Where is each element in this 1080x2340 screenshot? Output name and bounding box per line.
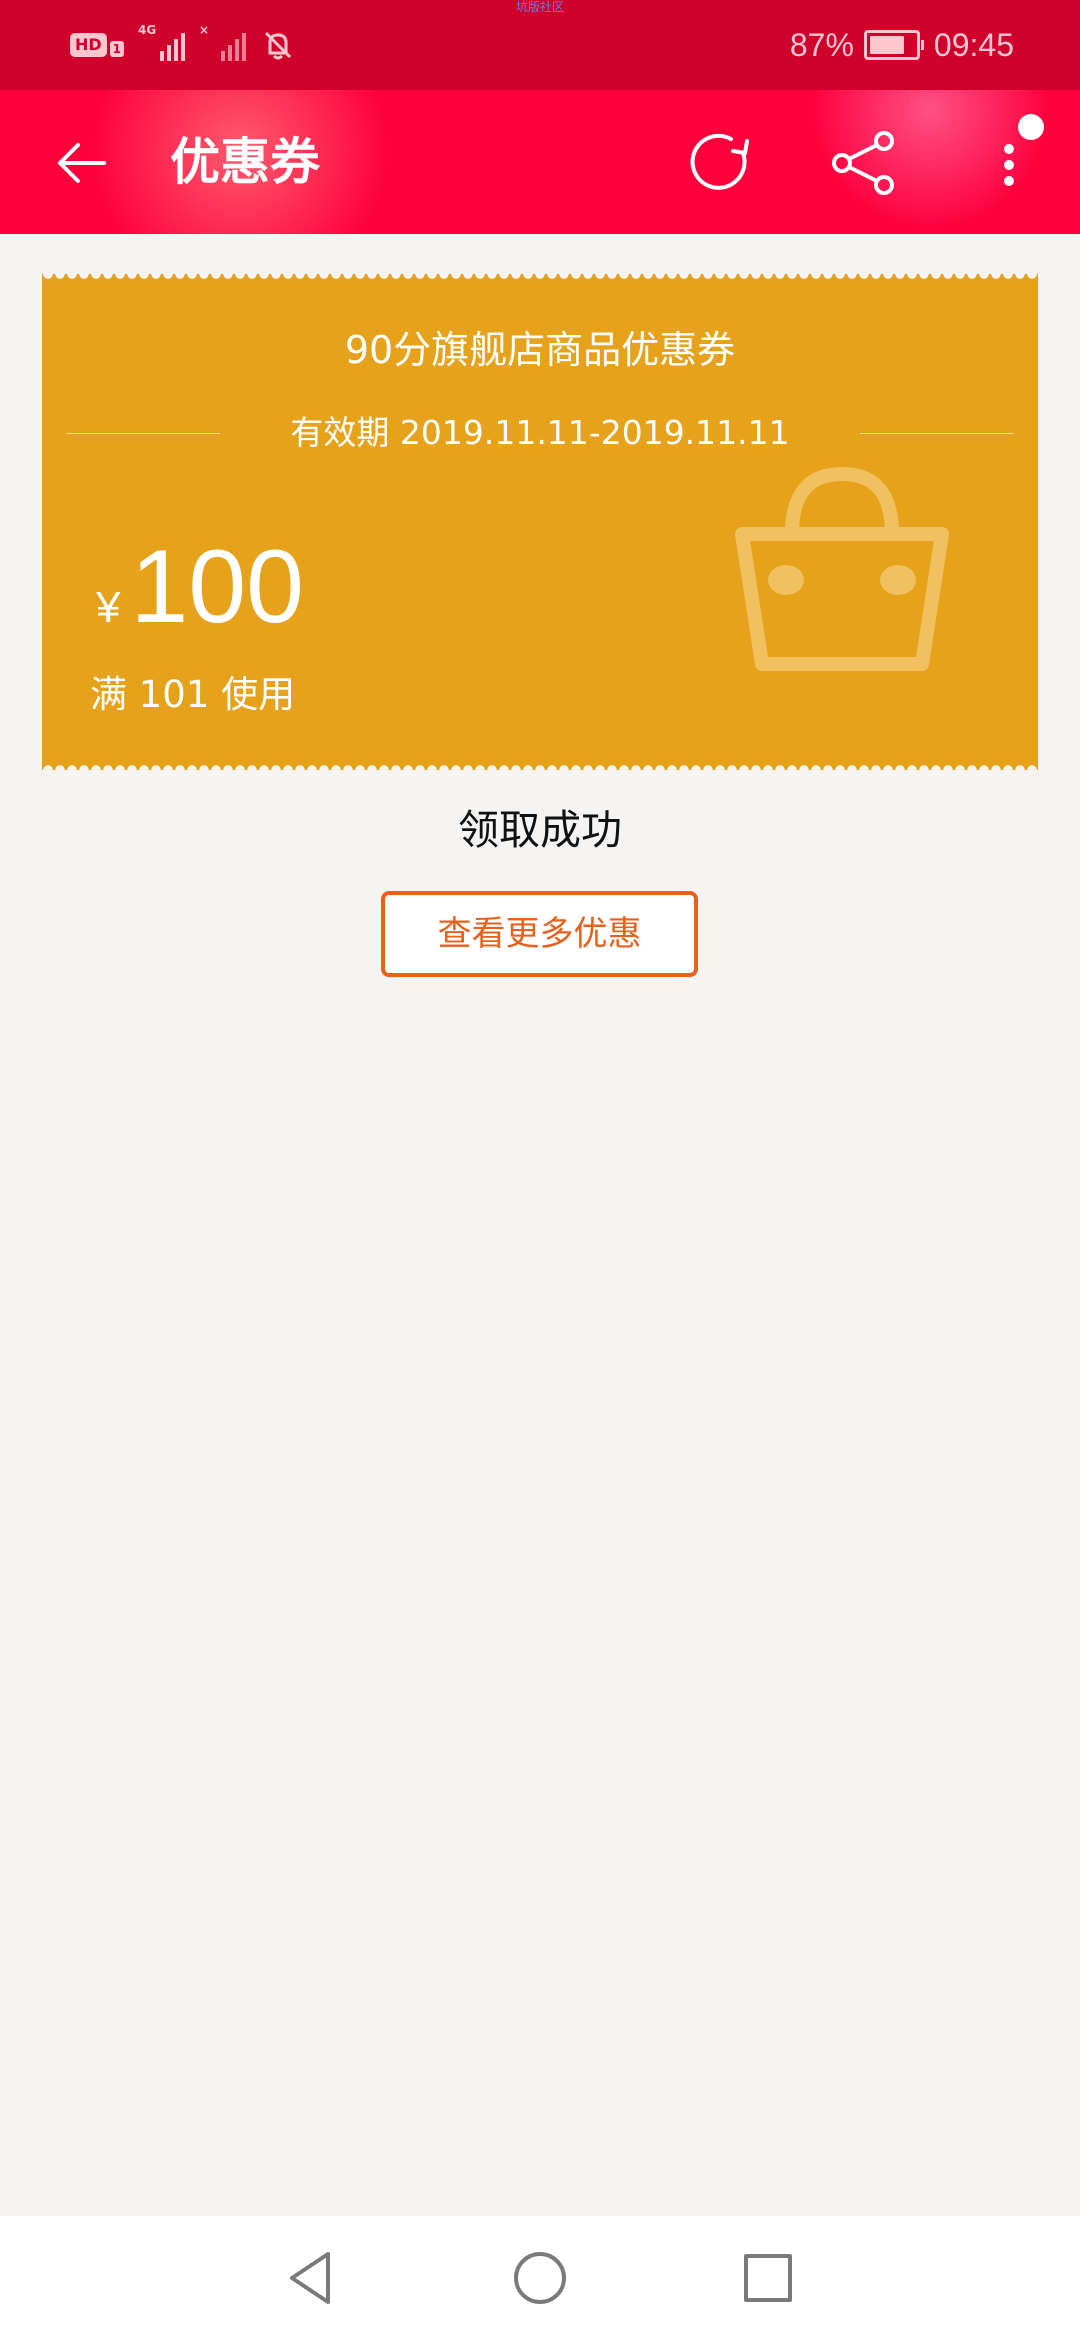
square-recents-icon [744,2254,792,2302]
battery-icon [863,30,924,60]
hd-label: HD [70,33,107,57]
divider-left [66,432,221,434]
signal-no-sim-icon: × [199,23,247,61]
arrow-left-icon [58,143,106,183]
hd-voice-icon: HD 1 [70,33,125,57]
coupon-validity: 有效期 2019.11.11-2019.11.11 [290,413,790,452]
circle-home-icon [514,2252,566,2304]
coupon-title: 90分旗舰店商品优惠券 [344,328,736,372]
coupon-card: 90分旗舰店商品优惠券 有效期 2019.11.11-2019.11.11 ¥ … [42,274,1038,770]
triangle-back-icon [290,2252,330,2304]
status-bar: 坑版社区 HD 1 4G × 87% 09:45 [0,0,1080,90]
coupon-value: 100 [130,529,305,645]
coupon-bottom-edge [42,763,1038,770]
nav-back-button[interactable] [280,2246,344,2310]
status-left-icons: HD 1 4G × [70,23,296,66]
notification-dot [1018,114,1044,140]
page-title: 优惠券 [170,133,320,191]
coupon-min-spend: 满 101 使用 [90,673,296,716]
coupon-amount: ¥ 100 [96,532,304,642]
status-top-label: 坑版社区 [515,0,564,14]
battery-percent: 87% [789,26,854,63]
app-bar: 优惠券 [0,90,1080,234]
coupon-top-edge [42,274,1038,281]
no-sim-label: × [199,23,210,37]
shopping-bag-icon [735,466,949,671]
refresh-icon [690,133,749,190]
share-icon [832,131,894,195]
refresh-button[interactable] [685,127,757,199]
nav-home-button[interactable] [508,2246,572,2310]
sim-label: 1 [109,41,125,57]
divider-right [859,432,1015,434]
signal-4g-icon: 4G [138,23,186,61]
status-right-icons: 87% 09:45 [790,24,1014,66]
coupon-validity-row: 有效期 2019.11.11-2019.11.11 [66,410,1015,456]
more-offers-button[interactable]: 查看更多优惠 [381,891,698,977]
navigation-bar [0,2216,1080,2340]
back-button[interactable] [42,127,114,199]
network-type-label: 4G [138,23,157,37]
nav-recents-button[interactable] [736,2246,800,2310]
share-button[interactable] [828,127,900,199]
currency-symbol: ¥ [96,583,121,632]
mute-bell-icon [264,31,292,60]
clock: 09:45 [933,26,1014,63]
success-message: 领取成功 [458,806,622,854]
